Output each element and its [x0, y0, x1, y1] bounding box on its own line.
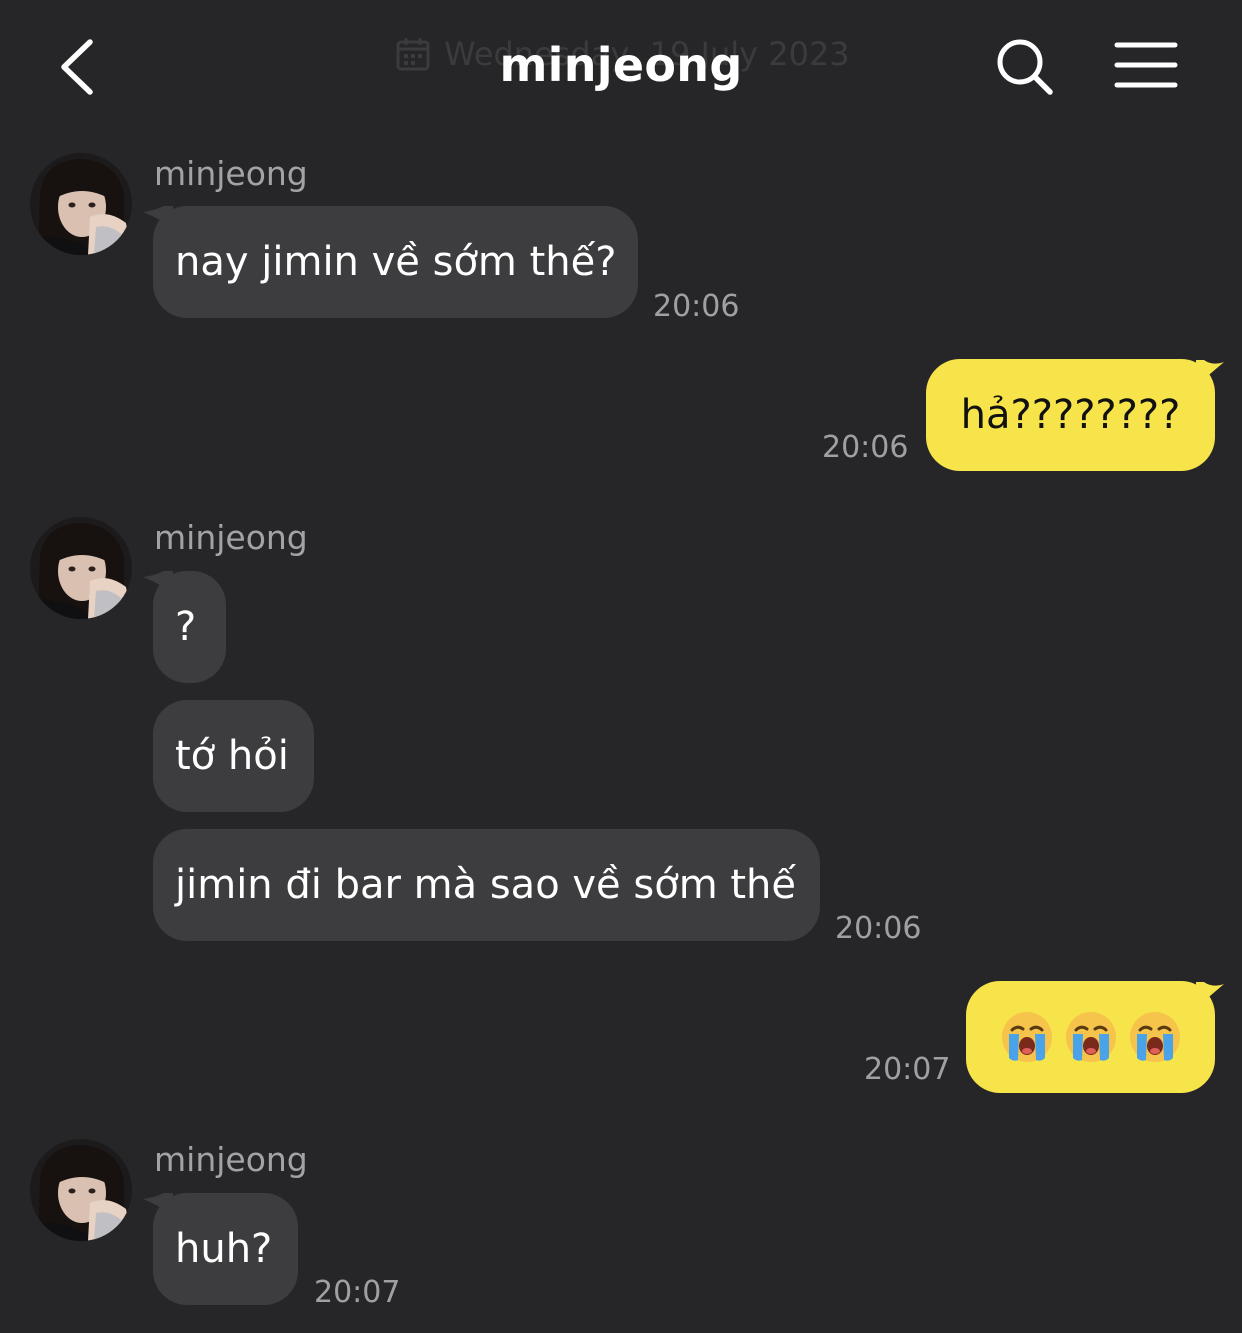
message-text: ?: [175, 604, 197, 650]
message-time: 20:07: [314, 1275, 401, 1310]
message-text: huh?: [175, 1226, 273, 1272]
message-text: jimin đi bar mà sao về sớm thế: [175, 862, 797, 908]
loudly-crying-face-icon: [1129, 1012, 1180, 1062]
message-bubble[interactable]: hả????????: [926, 359, 1215, 471]
chat-title: minjeong: [499, 38, 743, 92]
message-time: 20:07: [864, 1052, 951, 1087]
avatar[interactable]: [30, 1139, 132, 1241]
message-bubble[interactable]: nay jimin về sớm thế?: [153, 206, 638, 318]
message-bubble[interactable]: tớ hỏi: [153, 700, 314, 812]
message-text: hả????????: [960, 392, 1181, 438]
chat-screen: Wednesday, 19 July 2023 minjeong minjeon…: [0, 0, 1242, 1333]
message-bubble[interactable]: [966, 981, 1215, 1093]
message-bubble[interactable]: huh?: [153, 1193, 298, 1305]
loudly-crying-face-icon: [1001, 1012, 1052, 1062]
message-text: tớ hỏi: [175, 733, 289, 779]
sender-name: minjeong: [154, 154, 308, 193]
loudly-crying-face-icon: [1065, 1012, 1116, 1062]
message-time: 20:06: [653, 289, 740, 324]
emoji-row: [1000, 1010, 1182, 1064]
profile-photo: [30, 517, 132, 619]
sender-name: minjeong: [154, 1140, 308, 1179]
message-time: 20:06: [822, 430, 909, 465]
profile-photo: [30, 153, 132, 255]
message-bubble[interactable]: ?: [153, 571, 226, 683]
profile-photo: [30, 1139, 132, 1241]
avatar[interactable]: [30, 153, 132, 255]
message-time: 20:06: [835, 911, 922, 946]
message-bubble[interactable]: jimin đi bar mà sao về sớm thế: [153, 829, 820, 941]
sender-name: minjeong: [154, 518, 308, 557]
avatar[interactable]: [30, 517, 132, 619]
message-text: nay jimin về sớm thế?: [175, 239, 617, 285]
